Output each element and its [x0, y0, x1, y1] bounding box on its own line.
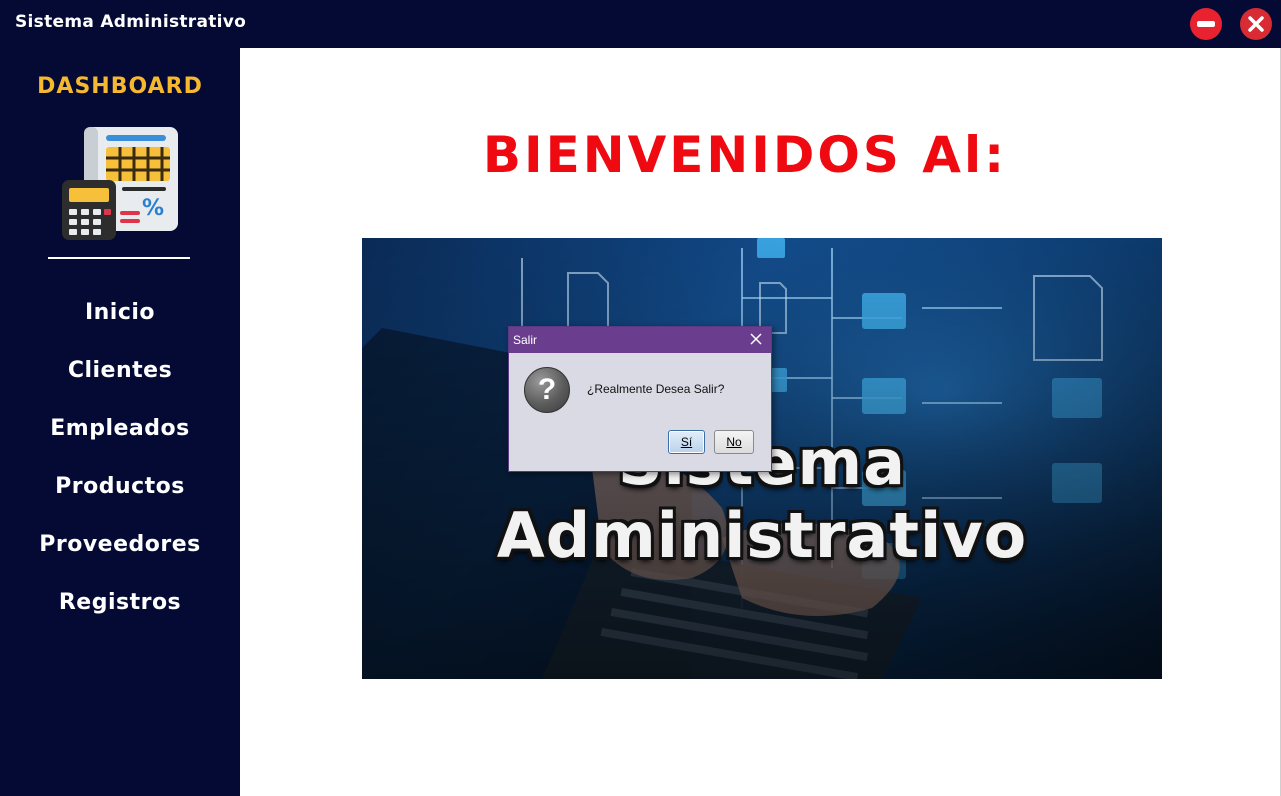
accounting-calculator-icon: % — [62, 125, 180, 241]
sidebar-item-productos[interactable]: Productos — [0, 474, 240, 499]
sidebar-item-proveedores[interactable]: Proveedores — [0, 532, 240, 557]
dialog-close-icon[interactable] — [747, 330, 765, 348]
sidebar-item-clientes[interactable]: Clientes — [0, 358, 240, 383]
app-title: Sistema Administrativo — [15, 12, 247, 32]
sidebar-item-registros[interactable]: Registros — [0, 590, 240, 615]
exit-confirm-dialog: Salir ? ¿Realmente Desea Salir? Sí No — [508, 326, 772, 472]
sidebar-divider — [48, 257, 190, 259]
sidebar: DASHBOARD % Inicio Clientes Empleados Pr… — [0, 48, 240, 796]
dialog-title: Salir — [513, 333, 538, 347]
close-icon[interactable] — [1240, 8, 1272, 40]
yes-button[interactable]: Sí — [668, 430, 705, 454]
question-icon: ? — [524, 367, 570, 413]
dialog-message: ¿Realmente Desea Salir? — [587, 382, 725, 396]
welcome-heading: BIENVENIDOS Al: — [482, 126, 1008, 184]
sidebar-item-inicio[interactable]: Inicio — [0, 300, 240, 325]
dashboard-heading: DASHBOARD — [37, 74, 203, 99]
no-button[interactable]: No — [714, 430, 754, 454]
dialog-titlebar: Salir — [509, 327, 771, 353]
window-titlebar: Sistema Administrativo — [0, 0, 1281, 48]
minimize-icon[interactable] — [1190, 8, 1222, 40]
sidebar-item-empleados[interactable]: Empleados — [0, 416, 240, 441]
svg-text:%: % — [142, 196, 164, 221]
